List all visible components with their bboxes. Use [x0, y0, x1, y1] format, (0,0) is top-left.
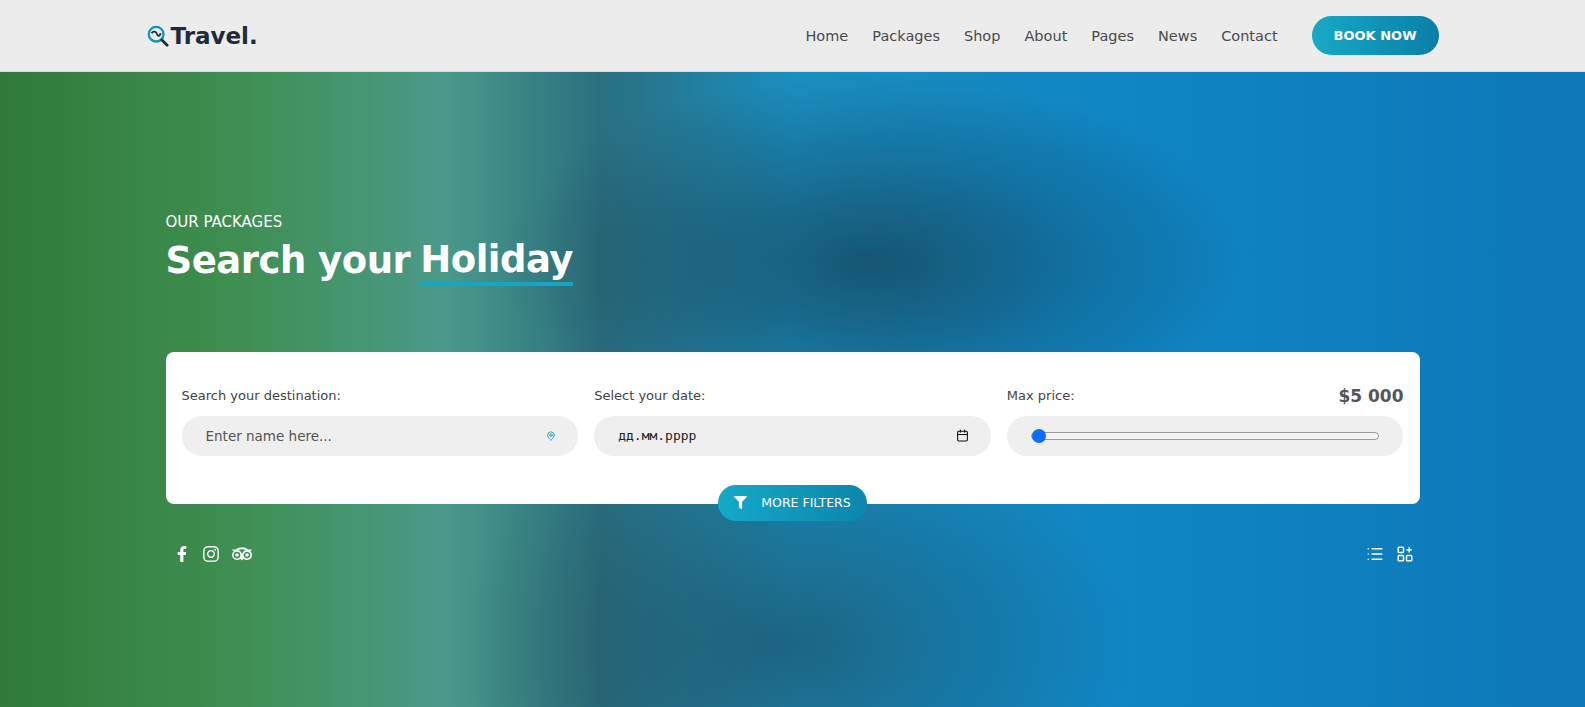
page: Travel. Home Packages Shop About Pages News Con…: [0, 0, 1585, 707]
filter-icon: [734, 496, 747, 509]
price-slider-box: [1007, 416, 1404, 456]
label-row: Select your date:: [594, 386, 991, 406]
hero-inner: OUR PACKAGESSearch yourHolidaySearch you…: [166, 72, 1420, 564]
date-placeholder: дд.мм.рррр: [618, 428, 696, 443]
destination-field: Search your destination: Enter name here.…: [182, 386, 579, 456]
map-pin-icon: [546, 431, 556, 441]
field-label: Select your date:: [594, 388, 705, 403]
nav-item[interactable]: Packages: [872, 28, 940, 44]
list-view-link[interactable]: [1366, 545, 1384, 563]
facebook-link[interactable]: [174, 546, 190, 562]
filter-row: MORE FILTERS: [166, 485, 1420, 521]
logo[interactable]: Travel.: [147, 23, 258, 49]
price-field: Max price: $5 000: [1007, 386, 1404, 456]
tripadvisor-icon[interactable]: [232, 544, 252, 564]
nav-item[interactable]: Shop: [964, 28, 1000, 44]
facebook-icon[interactable]: [174, 546, 190, 562]
logo-text[interactable]: Travel.: [171, 23, 258, 49]
calendar-icon[interactable]: [956, 429, 969, 442]
nav-item[interactable]: About: [1024, 28, 1067, 44]
placeholder: Enter name here...: [206, 428, 332, 444]
grid-view-link[interactable]: [1396, 545, 1414, 563]
nav-item[interactable]: Contact: [1221, 28, 1277, 44]
list-icon[interactable]: [1366, 545, 1384, 563]
price-value: $5 000: [1338, 386, 1403, 406]
button-text: MORE FILTERS: [761, 495, 850, 510]
eyebrow: OUR PACKAGES: [166, 213, 1420, 231]
nav-item[interactable]: Home: [805, 28, 848, 44]
date-input[interactable]: дд.мм.рррр: [594, 416, 991, 456]
more-filters-button[interactable]: MORE FILTERS: [718, 485, 866, 521]
nav-item[interactable]: News: [1158, 28, 1197, 44]
title-highlight: Holiday: [420, 239, 573, 286]
nav: Home Packages Shop About Pages News Contact BOO…: [805, 16, 1438, 55]
field-label: Max price:: [1007, 388, 1075, 403]
book-now-button[interactable]: BOOK NOW: [1312, 16, 1439, 55]
price-slider[interactable]: [1031, 432, 1380, 440]
header: Travel. Home Packages Shop About Pages News Con…: [0, 0, 1585, 72]
label-row: Max price: $5 000: [1007, 386, 1404, 406]
label-row: Search your destination:: [182, 386, 579, 406]
destination-input[interactable]: Enter name here...: [182, 416, 579, 456]
hero-title: Search yourHoliday: [166, 239, 1420, 286]
view-toggles: [1366, 545, 1414, 563]
slider-thumb[interactable]: [1032, 429, 1046, 443]
title-text: Search your: [166, 239, 411, 286]
tripadvisor-link[interactable]: [232, 544, 252, 564]
date-field: Select your date: дд.мм.рррр: [594, 386, 991, 456]
bottom-row: [166, 544, 1420, 564]
field-label: Search your destination:: [182, 388, 341, 403]
nav-item[interactable]: Pages: [1091, 28, 1134, 44]
instagram-link[interactable]: [202, 545, 220, 563]
social-links: [174, 544, 252, 564]
hero: OUR PACKAGESSearch yourHolidaySearch you…: [0, 72, 1585, 707]
header-inner: Travel. Home Packages Shop About Pages News Con…: [147, 16, 1439, 55]
instagram-icon[interactable]: [202, 545, 220, 563]
logo-icon: [147, 25, 169, 47]
grid-plus-icon[interactable]: [1396, 545, 1414, 563]
search-card: Search your destination: Enter name here.…: [166, 352, 1420, 504]
